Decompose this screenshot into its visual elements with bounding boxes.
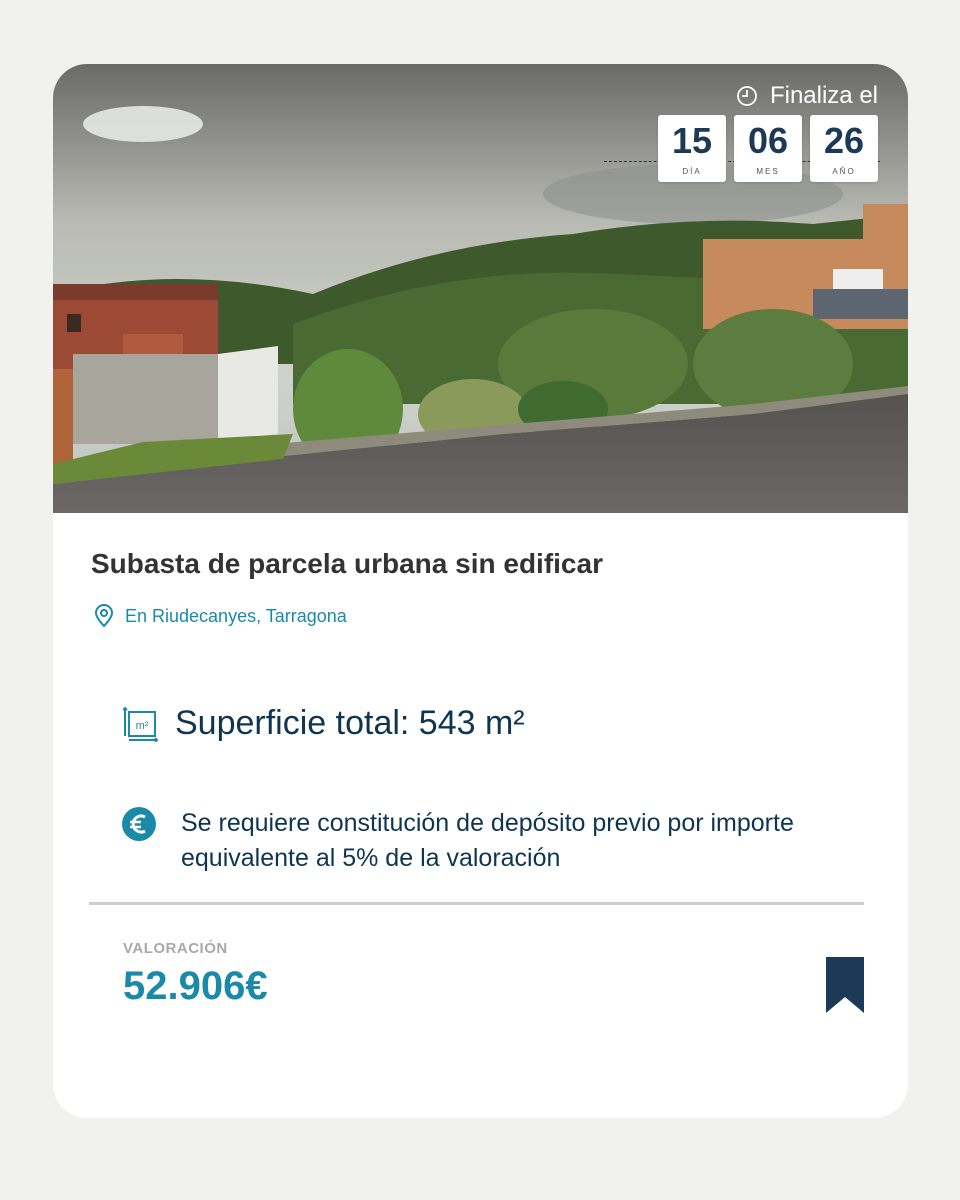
listing-location: En Riudecanyes, Tarragona <box>93 604 347 628</box>
surface-text: Superficie total: 543 m² <box>175 704 525 742</box>
deposit-info: Se requiere constitución de depósito pre… <box>121 806 861 876</box>
euro-icon <box>122 807 156 841</box>
location-pin-icon <box>94 604 114 628</box>
end-date-label: Finaliza el <box>736 82 878 110</box>
surface-info: m² Superficie total: 543 m² <box>123 704 525 743</box>
deposit-text: Se requiere constitución de depósito pre… <box>181 806 861 876</box>
month-value: 06 <box>747 120 789 161</box>
divider <box>89 902 864 905</box>
property-photo: Finaliza el 15 DÍA 06 MES 26 AÑO <box>53 64 908 513</box>
day-value: 15 <box>671 120 713 161</box>
month-label: MES <box>756 167 780 176</box>
year-box: 26 AÑO <box>810 115 878 182</box>
listing-title[interactable]: Subasta de parcela urbana sin edificar <box>91 548 603 580</box>
area-m2-icon: m² <box>123 706 159 742</box>
bookmark-icon[interactable] <box>826 957 864 1013</box>
day-label: DÍA <box>682 167 702 176</box>
end-date: 15 DÍA 06 MES 26 AÑO <box>658 115 878 182</box>
day-box: 15 DÍA <box>658 115 726 182</box>
year-value: 26 <box>823 120 865 161</box>
month-box: 06 MES <box>734 115 802 182</box>
deposit-line-1: Se requiere constitución de depósito pre… <box>181 809 794 837</box>
valuation-label: VALORACIÓN <box>123 940 228 957</box>
location-text: En Riudecanyes, Tarragona <box>125 605 347 626</box>
clock-icon <box>737 86 757 106</box>
valuation-amount: 52.906€ <box>123 964 268 1008</box>
ends-text: Finaliza el <box>769 82 878 109</box>
auction-card[interactable]: Finaliza el 15 DÍA 06 MES 26 AÑO Subasta… <box>53 64 908 1118</box>
area-icon-text: m² <box>136 720 149 732</box>
deposit-line-2: equivalente al 5% de la valoración <box>181 844 561 872</box>
year-label: AÑO <box>832 167 856 176</box>
